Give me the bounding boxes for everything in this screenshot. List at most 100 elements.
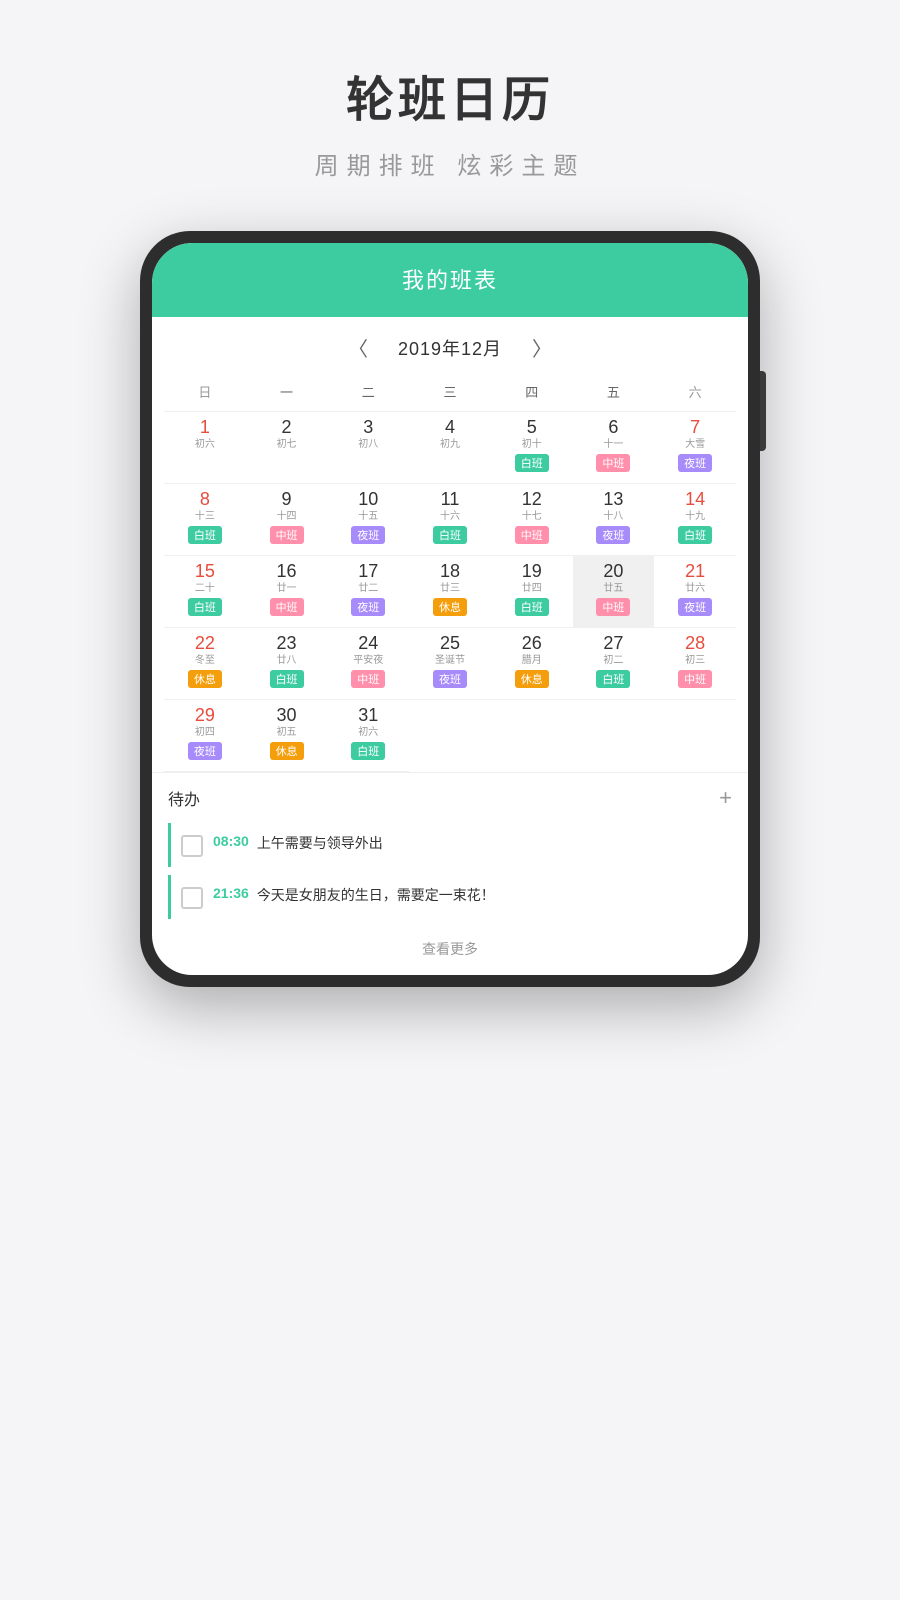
day-cell-23[interactable]: 23廿八白班: [246, 628, 328, 700]
day-cell-17[interactable]: 17廿二夜班: [327, 556, 409, 628]
day-cell-27[interactable]: 27初二白班: [573, 628, 655, 700]
todo-time: 08:30: [213, 833, 249, 849]
day-cell-16[interactable]: 16廿一中班: [246, 556, 328, 628]
day-cell-5[interactable]: 5初十白班: [491, 412, 573, 484]
calendar-section: 〈 2019年12月 〉 日一二三四五六 1初六2初七3初八4初九5初十白班6十…: [152, 317, 748, 772]
shift-badge: 白班: [433, 526, 467, 544]
lunar-text: 十四: [277, 511, 297, 523]
day-cell-6[interactable]: 6十一中班: [573, 412, 655, 484]
day-number: 9: [282, 488, 292, 511]
lunar-text: 十九: [685, 511, 705, 523]
day-cell-9[interactable]: 9十四中班: [246, 484, 328, 556]
day-number: 19: [522, 560, 542, 583]
lunar-text: 初七: [277, 439, 297, 451]
day-cell-18[interactable]: 18廿三休息: [409, 556, 491, 628]
shift-badge: 中班: [596, 454, 630, 472]
shift-badge: 白班: [270, 670, 304, 688]
shift-badge: 夜班: [351, 598, 385, 616]
weekday-row: 日一二三四五六: [164, 372, 736, 412]
lunar-text: 初六: [358, 727, 378, 739]
day-cell-12[interactable]: 12十七中班: [491, 484, 573, 556]
todo-checkbox[interactable]: [181, 835, 203, 857]
lunar-text: 初九: [440, 439, 460, 451]
shift-badge: 白班: [515, 454, 549, 472]
day-cell-25[interactable]: 25圣诞节夜班: [409, 628, 491, 700]
todo-title: 待办: [168, 786, 200, 810]
app-header: 我的班表: [152, 243, 748, 317]
prev-month-button[interactable]: 〈: [338, 333, 378, 362]
day-cell-20[interactable]: 20廿五中班: [573, 556, 655, 628]
day-cell-3[interactable]: 3初八: [327, 412, 409, 484]
day-cell-7[interactable]: 7大雪夜班: [654, 412, 736, 484]
day-cell-21[interactable]: 21廿六夜班: [654, 556, 736, 628]
day-cell-14[interactable]: 14十九白班: [654, 484, 736, 556]
day-number: 28: [685, 632, 705, 655]
lunar-text: 廿一: [277, 583, 297, 595]
lunar-text: 十三: [195, 511, 215, 523]
lunar-text: 廿三: [440, 583, 460, 595]
day-cell-29[interactable]: 29初四夜班: [164, 700, 246, 772]
day-cell-15[interactable]: 15二十白班: [164, 556, 246, 628]
day-cell-11[interactable]: 11十六白班: [409, 484, 491, 556]
day-cell-24[interactable]: 24平安夜中班: [327, 628, 409, 700]
day-number: 12: [522, 488, 542, 511]
shift-badge: 中班: [270, 526, 304, 544]
day-number: 8: [200, 488, 210, 511]
shift-badge: 休息: [188, 670, 222, 688]
calendar-grid: 1初六2初七3初八4初九5初十白班6十一中班7大雪夜班8十三白班9十四中班10十…: [164, 412, 736, 772]
todo-text: 上午需要与领导外出: [257, 833, 383, 854]
day-cell-26[interactable]: 26腊月休息: [491, 628, 573, 700]
shift-badge: 白班: [351, 742, 385, 760]
day-cell-2[interactable]: 2初七: [246, 412, 328, 484]
weekday-cell-二: 二: [327, 378, 409, 405]
lunar-text: 廿八: [277, 655, 297, 667]
day-cell-8[interactable]: 8十三白班: [164, 484, 246, 556]
day-cell-19[interactable]: 19廿四白班: [491, 556, 573, 628]
lunar-text: 平安夜: [353, 655, 383, 667]
day-number: 15: [195, 560, 215, 583]
day-cell-10[interactable]: 10十五夜班: [327, 484, 409, 556]
day-cell-22[interactable]: 22冬至休息: [164, 628, 246, 700]
lunar-text: 初五: [277, 727, 297, 739]
phone-frame: 我的班表 〈 2019年12月 〉 日一二三四五六 1初六2初七3初八4初九5初…: [140, 231, 760, 987]
lunar-text: 初六: [195, 439, 215, 451]
lunar-text: 初十: [522, 439, 542, 451]
day-number: 16: [277, 560, 297, 583]
shift-badge: 中班: [515, 526, 549, 544]
day-cell-28[interactable]: 28初三中班: [654, 628, 736, 700]
todo-add-button[interactable]: +: [719, 785, 732, 811]
day-cell-31[interactable]: 31初六白班: [327, 700, 409, 772]
lunar-text: 十七: [522, 511, 542, 523]
next-month-button[interactable]: 〉: [522, 333, 562, 362]
lunar-text: 二十: [195, 583, 215, 595]
day-number: 5: [527, 416, 537, 439]
weekday-cell-日: 日: [164, 378, 246, 405]
shift-badge: 中班: [678, 670, 712, 688]
todo-checkbox[interactable]: [181, 887, 203, 909]
todo-item-0[interactable]: 08:30 上午需要与领导外出: [168, 823, 732, 867]
lunar-text: 初八: [358, 439, 378, 451]
day-number: 24: [358, 632, 378, 655]
lunar-text: 十五: [358, 511, 378, 523]
shift-badge: 中班: [596, 598, 630, 616]
day-cell-13[interactable]: 13十八夜班: [573, 484, 655, 556]
day-cell-4[interactable]: 4初九: [409, 412, 491, 484]
lunar-text: 圣诞节: [435, 655, 465, 667]
day-cell-30[interactable]: 30初五休息: [246, 700, 328, 772]
day-number: 20: [603, 560, 623, 583]
day-number: 2: [282, 416, 292, 439]
day-number: 11: [441, 488, 460, 511]
lunar-text: 腊月: [522, 655, 542, 667]
todo-item-1[interactable]: 21:36今天是女朋友的生日，需要定一束花！: [168, 875, 732, 919]
day-number: 31: [358, 704, 378, 727]
day-cell-1[interactable]: 1初六: [164, 412, 246, 484]
shift-badge: 白班: [678, 526, 712, 544]
page-subtitle: 周期排班 炫彩主题: [315, 146, 586, 181]
day-number: 4: [445, 416, 455, 439]
day-number: 25: [440, 632, 460, 655]
lunar-text: 十一: [603, 439, 623, 451]
lunar-text: 初四: [195, 727, 215, 739]
todo-more-button[interactable]: 查看更多: [168, 927, 732, 975]
day-number: 1: [200, 416, 210, 439]
day-number: 21: [685, 560, 705, 583]
